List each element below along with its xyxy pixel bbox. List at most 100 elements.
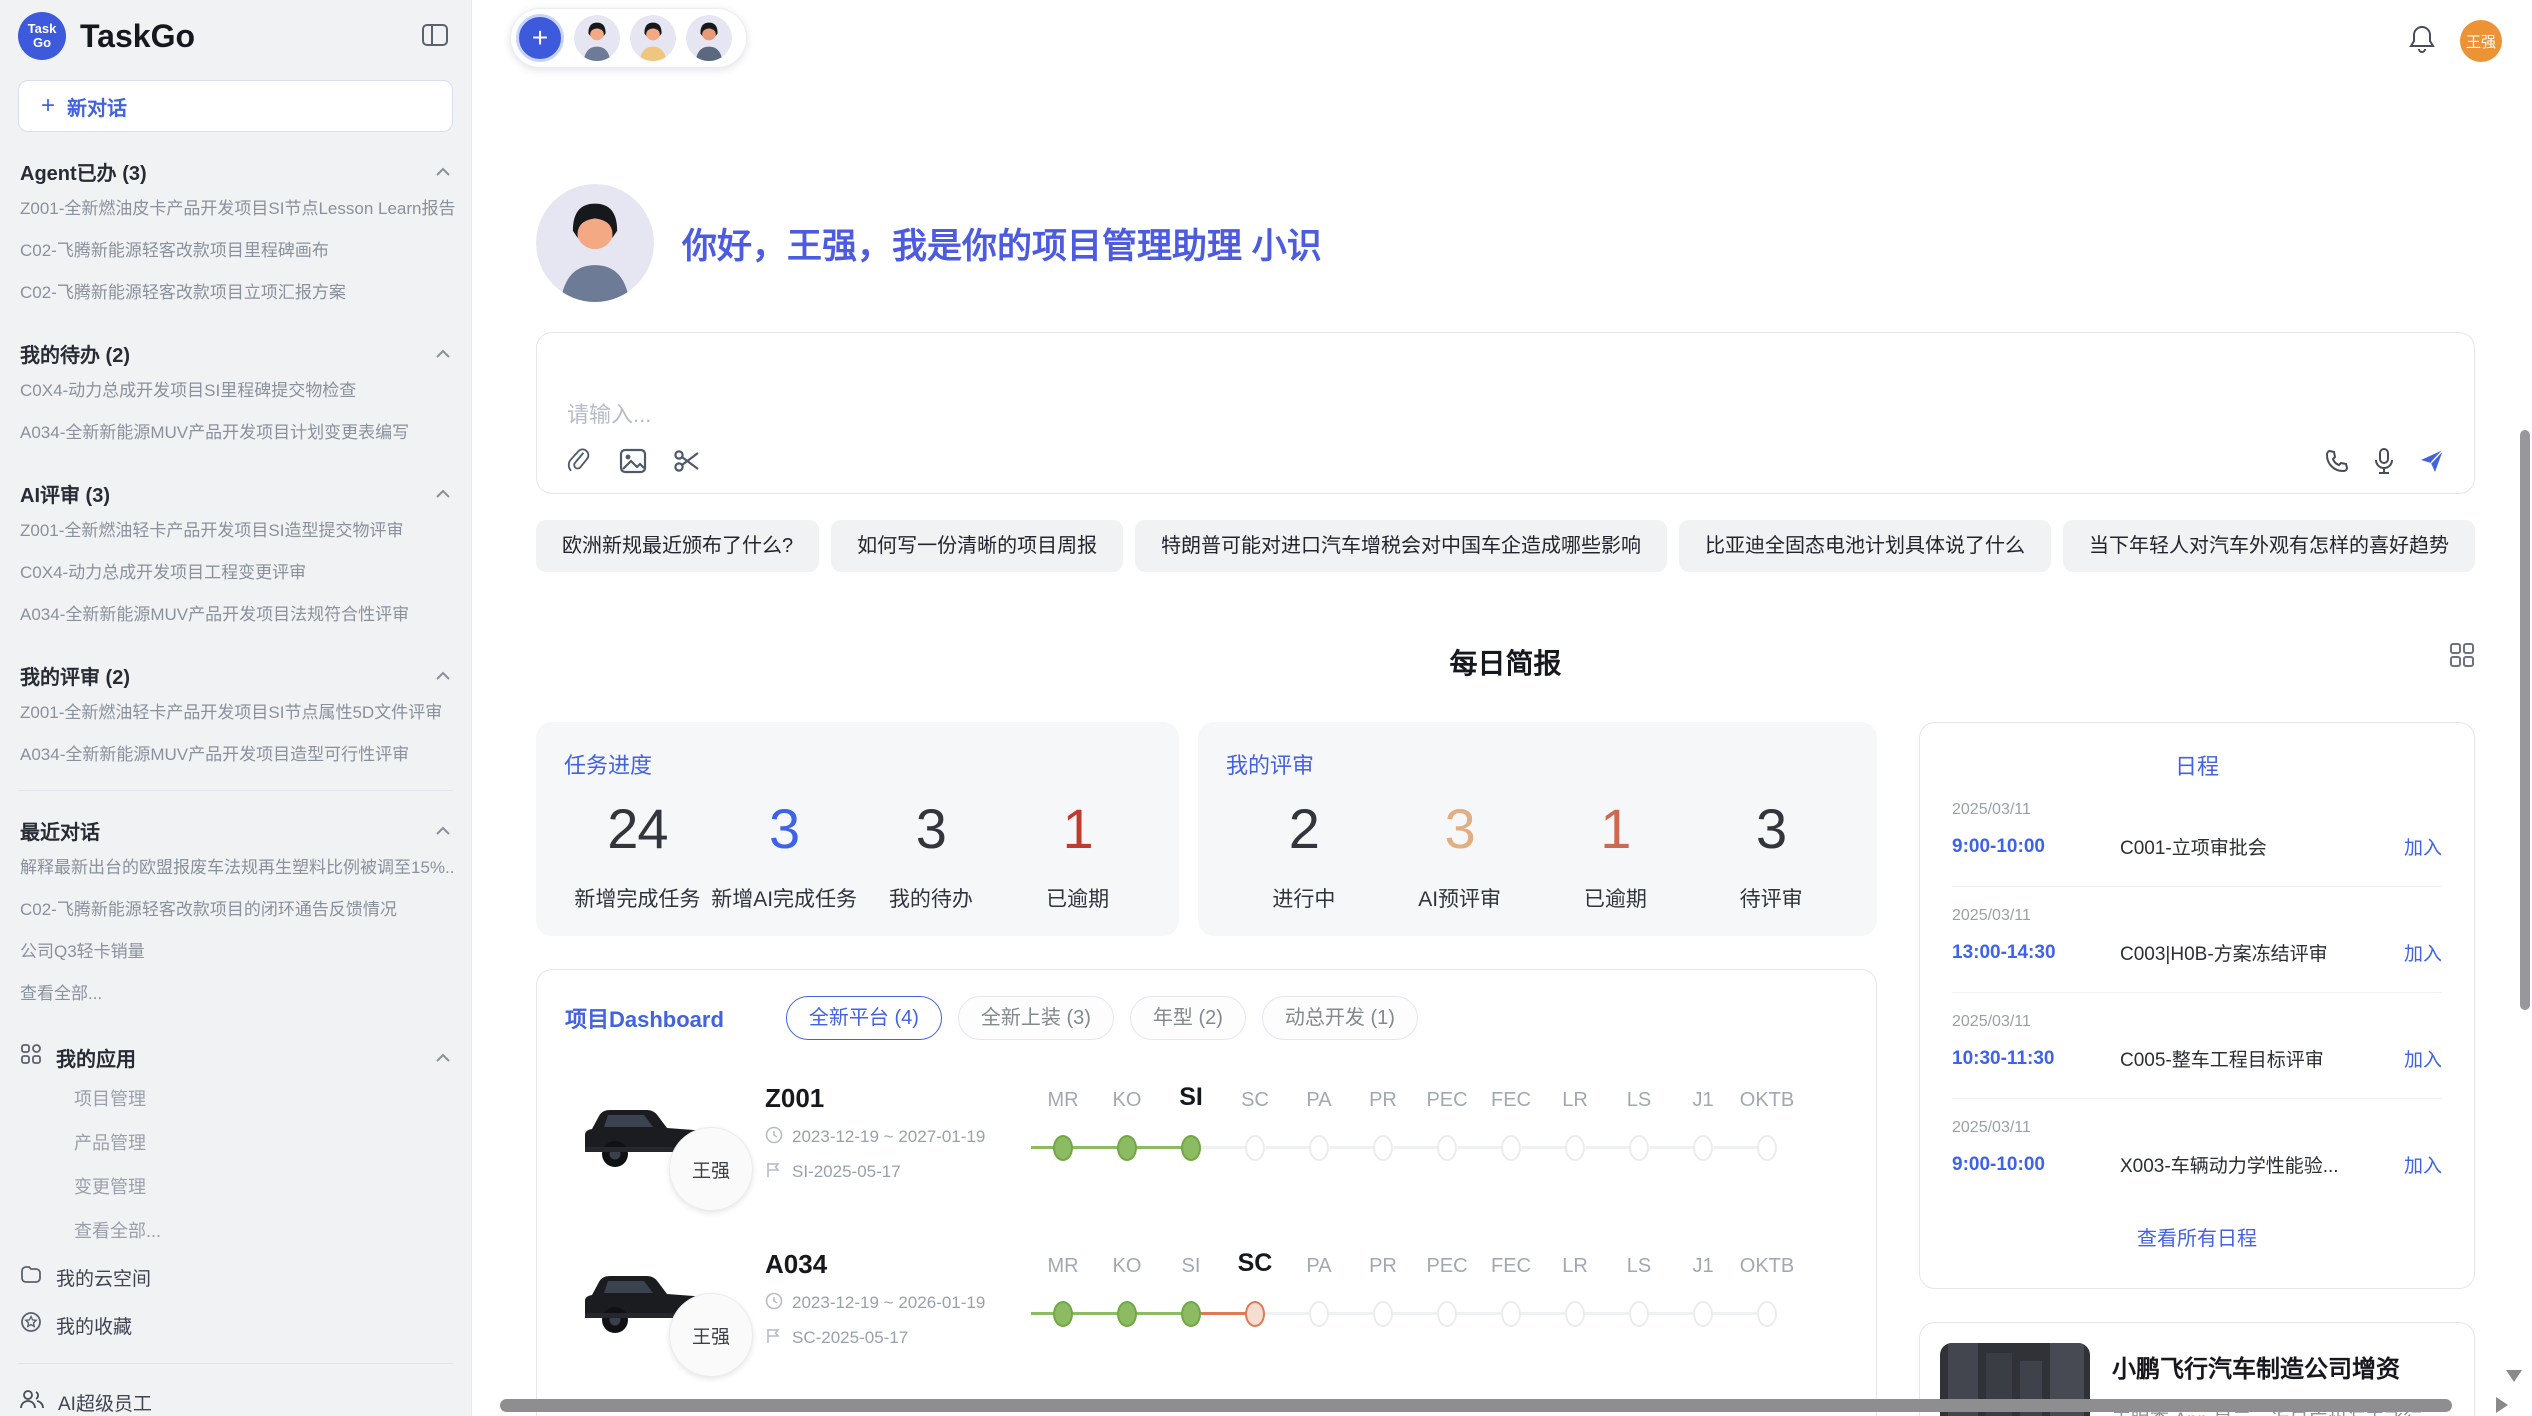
milestone-KO: KO <box>1095 1083 1159 1183</box>
suggestion-chip[interactable]: 当下年轻人对汽车外观有怎样的喜好趋势 <box>2063 520 2475 572</box>
schedule-event-name: C001-立项审批会 <box>2120 833 2404 860</box>
milestone-PR: PR <box>1351 1083 1415 1183</box>
sidebar-item[interactable]: C02-飞腾新能源轻客改款项目里程碑画布 <box>16 230 455 272</box>
user-avatar[interactable]: 王强 <box>2460 20 2502 62</box>
suggestion-chip[interactable]: 欧洲新规最近颁布了什么? <box>536 520 819 572</box>
recent-chats-header[interactable]: 最近对话 <box>16 813 455 847</box>
milestone-label: OKTB <box>1735 1255 1799 1278</box>
new-chat-button[interactable]: + 新对话 <box>18 80 453 132</box>
project-info: A0342023-12-19 ~ 2026-01-19SC-2025-05-17 <box>765 1249 995 1350</box>
sidebar-item[interactable]: A034-全新新能源MUV产品开发项目法规符合性评审 <box>16 594 455 636</box>
recent-chat-item[interactable]: 公司Q3轻卡销量 <box>16 931 455 973</box>
my-apps-item[interactable]: 项目管理 <box>16 1077 455 1121</box>
vertical-scrollbar[interactable] <box>2520 430 2530 1010</box>
milestone-PA: PA <box>1287 1083 1351 1183</box>
sidebar-section-header[interactable]: 我的评审 (2) <box>16 658 455 692</box>
image-icon[interactable] <box>619 448 647 474</box>
grid-icon[interactable] <box>2449 642 2475 673</box>
stat-label: 待评审 <box>1693 883 1849 913</box>
bell-icon[interactable] <box>2408 24 2436 59</box>
milestone-label: FEC <box>1479 1089 1543 1112</box>
dashboard-tab[interactable]: 动总开发 (1) <box>1262 996 1418 1040</box>
suggestion-chip[interactable]: 特朗普可能对进口汽车增税会对中国车企造成哪些影响 <box>1135 520 1667 572</box>
view-all-schedule-link[interactable]: 查看所有日程 <box>1952 1222 2442 1251</box>
milestone-J1: J1 <box>1671 1249 1735 1349</box>
dashboard-tab[interactable]: 全新上装 (3) <box>958 996 1114 1040</box>
sidebar-tool-AI超级员工[interactable]: AI超级员工 <box>16 1378 455 1416</box>
project-info: Z0012023-12-19 ~ 2027-01-19SI-2025-05-17 <box>765 1083 995 1184</box>
sidebar-item-我的收藏[interactable]: 我的收藏 <box>16 1301 455 1349</box>
stat-metric: 3待评审 <box>1693 796 1849 913</box>
chat-input[interactable] <box>537 333 2474 441</box>
scissors-icon[interactable] <box>673 448 701 474</box>
member-avatar[interactable] <box>574 15 620 61</box>
project-dashboard-card: 项目Dashboard 全新平台 (4)全新上装 (3)年型 (2)动总开发 (… <box>536 969 1877 1416</box>
member-avatar[interactable] <box>686 15 732 61</box>
milestone-label: OKTB <box>1735 1089 1799 1112</box>
sidebar-item[interactable]: C0X4-动力总成开发项目工程变更评审 <box>16 552 455 594</box>
recent-chat-item[interactable]: 解释最新出台的欧盟报废车法规再生塑料比例被调至15%... <box>16 847 455 889</box>
project-flag-text: SC-2025-05-17 <box>792 1328 908 1348</box>
join-meeting-link[interactable]: 加入 <box>2404 1151 2442 1178</box>
sidebar-item[interactable]: Z001-全新燃油轻卡产品开发项目SI节点属性5D文件评审 <box>16 692 455 734</box>
schedule-time: 10:30-11:30 <box>1952 1048 2120 1070</box>
mic-icon[interactable] <box>2372 447 2396 475</box>
milestone-dot <box>1693 1135 1713 1161</box>
join-meeting-link[interactable]: 加入 <box>2404 939 2442 966</box>
sidebar-item[interactable]: A034-全新新能源MUV产品开发项目计划变更表编写 <box>16 412 455 454</box>
project-flag-milestone: SI-2025-05-17 <box>765 1161 995 1184</box>
new-chat-label: 新对话 <box>67 92 127 121</box>
join-meeting-link[interactable]: 加入 <box>2404 833 2442 860</box>
top-right-controls: 王强 <box>2408 20 2502 62</box>
milestone-KO: KO <box>1095 1249 1159 1349</box>
chevron-up-icon <box>435 819 451 842</box>
milestone-MR: MR <box>1031 1249 1095 1349</box>
suggestion-chip[interactable]: 比亚迪全固态电池计划具体说了什么 <box>1679 520 2051 572</box>
sidebar-item[interactable]: Z001-全新燃油轻卡产品开发项目SI造型提交物评审 <box>16 510 455 552</box>
sidebar-item[interactable]: C0X4-动力总成开发项目SI里程碑提交物检查 <box>16 370 455 412</box>
milestone-dot <box>1245 1301 1265 1327</box>
milestone-timeline: MRKOSISCPAPRPECFECLRLSJ1OKTB <box>1031 1249 1799 1349</box>
join-meeting-link[interactable]: 加入 <box>2404 1045 2442 1072</box>
send-icon[interactable] <box>2418 447 2446 475</box>
sidebar-section-title: 我的评审 (2) <box>20 661 130 690</box>
paperclip-icon[interactable] <box>567 447 593 475</box>
stat-metric: 24新增完成任务 <box>564 796 711 913</box>
add-member-button[interactable]: + <box>516 14 564 62</box>
my-apps-item[interactable]: 产品管理 <box>16 1121 455 1165</box>
sidebar-collapse-icon[interactable] <box>421 22 449 53</box>
milestone-PR: PR <box>1351 1249 1415 1349</box>
phone-icon[interactable] <box>2324 448 2350 474</box>
people-icon <box>20 1389 44 1415</box>
sidebar-section-header[interactable]: 我的待办 (2) <box>16 336 455 370</box>
my-apps-item[interactable]: 查看全部... <box>16 1209 455 1253</box>
stat-label: 我的待办 <box>858 883 1005 913</box>
recent-chat-item[interactable]: 查看全部... <box>16 973 455 1015</box>
my-apps-item[interactable]: 变更管理 <box>16 1165 455 1209</box>
suggestion-chip[interactable]: 如何写一份清晰的项目周报 <box>831 520 1123 572</box>
stat-metric: 3新增AI完成任务 <box>711 796 858 913</box>
member-avatar[interactable] <box>630 15 676 61</box>
sidebar-item[interactable]: C02-飞腾新能源轻客改款项目立项汇报方案 <box>16 272 455 314</box>
milestone-dot <box>1501 1135 1521 1161</box>
dashboard-header: 项目Dashboard 全新平台 (4)全新上装 (3)年型 (2)动总开发 (… <box>565 996 1848 1040</box>
sidebar-item[interactable]: A034-全新新能源MUV产品开发项目造型可行性评审 <box>16 734 455 776</box>
sidebar-section-header[interactable]: AI评审 (3) <box>16 476 455 510</box>
milestone-label: PR <box>1351 1089 1415 1112</box>
milestone-FEC: FEC <box>1479 1249 1543 1349</box>
team-members-pill: + <box>510 8 747 68</box>
sidebar-item-我的云空间[interactable]: 我的云空间 <box>16 1253 455 1301</box>
my-apps-header[interactable]: 我的应用 <box>16 1037 455 1077</box>
sidebar-item[interactable]: Z001-全新燃油皮卡产品开发项目SI节点Lesson Learn报告 <box>16 188 455 230</box>
sidebar-section-header[interactable]: Agent已办 (3) <box>16 154 455 188</box>
milestone-MR: MR <box>1031 1083 1095 1183</box>
dashboard-tab[interactable]: 全新平台 (4) <box>786 996 942 1040</box>
stat-value: 1 <box>1004 796 1151 861</box>
stat-metrics: 2进行中3AI预评审1已逾期3待评审 <box>1226 796 1849 913</box>
app-logo: Task Go <box>18 12 66 60</box>
scroll-right-arrow[interactable] <box>2496 1397 2508 1413</box>
scroll-down-arrow[interactable] <box>2506 1370 2522 1382</box>
horizontal-scrollbar[interactable] <box>500 1399 2452 1412</box>
dashboard-tab[interactable]: 年型 (2) <box>1130 996 1246 1040</box>
recent-chat-item[interactable]: C02-飞腾新能源轻客改款项目的闭环通告反馈情况 <box>16 889 455 931</box>
